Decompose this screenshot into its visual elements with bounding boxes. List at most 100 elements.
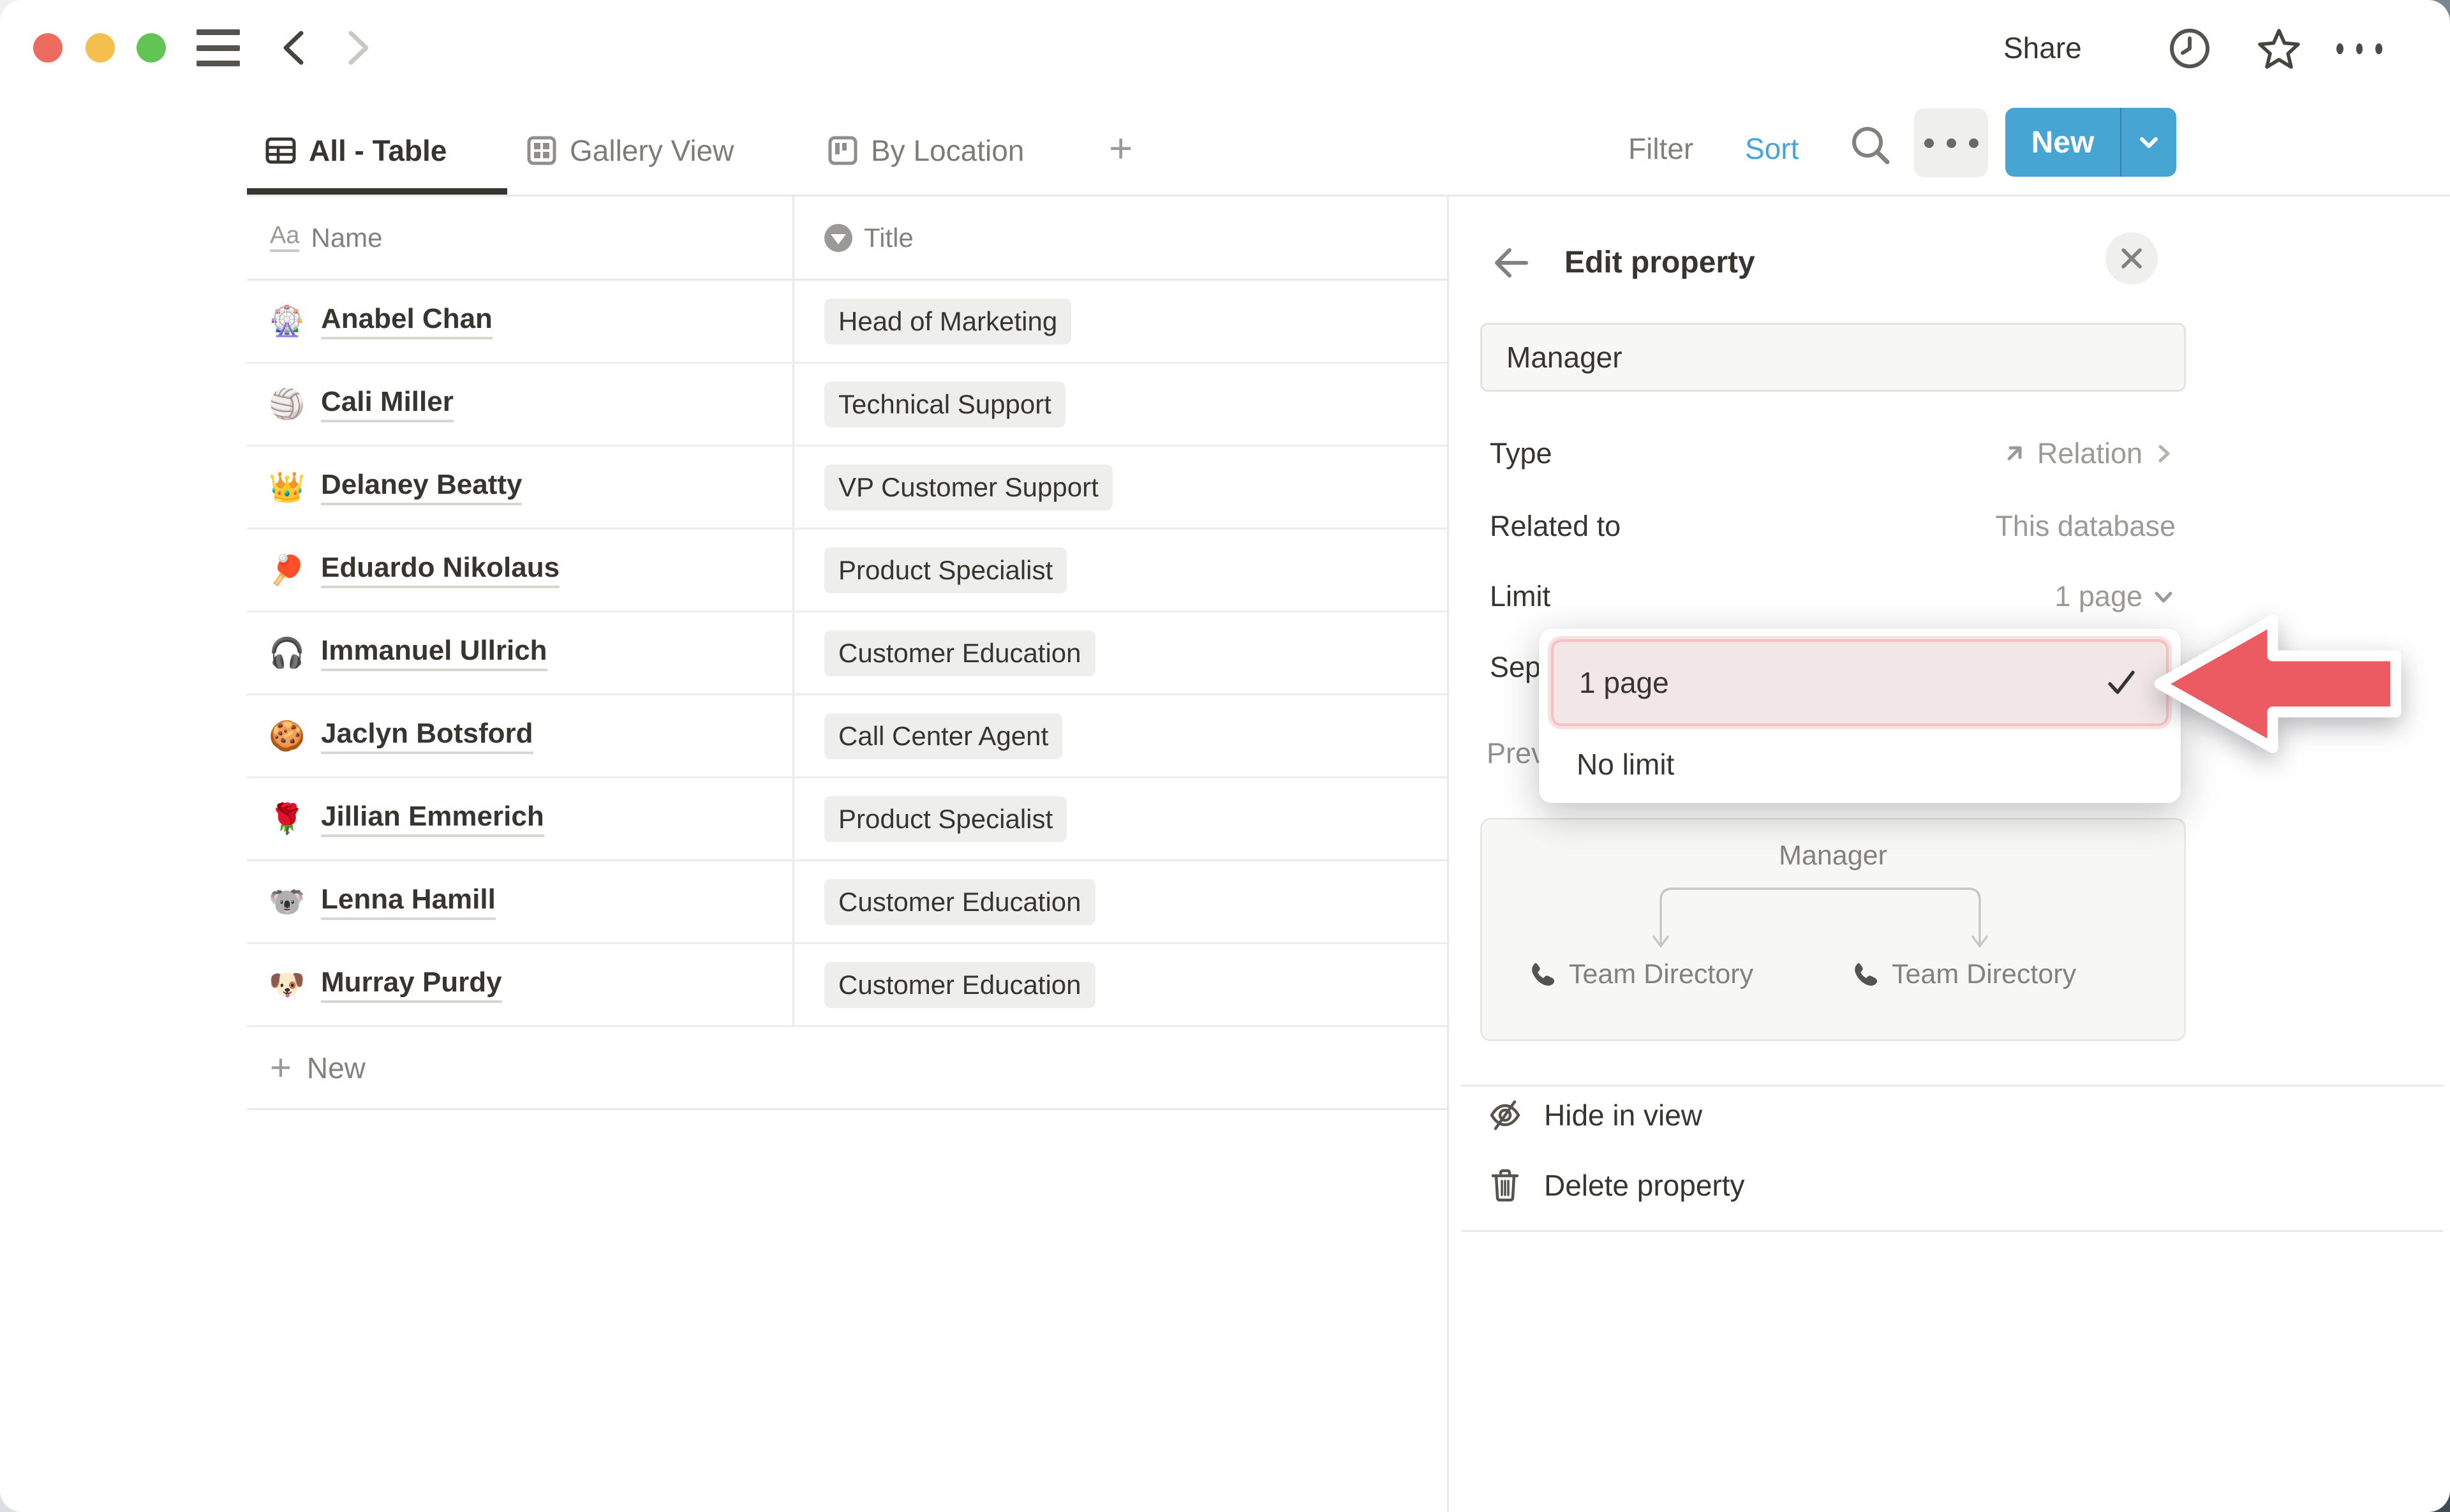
table-row[interactable]: 🌹 Jillian Emmerich Product Specialist [247, 778, 1447, 861]
property-row-related-to[interactable]: Related to This database [1490, 504, 2176, 549]
preview-item-right: Team Directory [1851, 959, 2076, 990]
board-view-icon [826, 134, 859, 167]
select-property-icon [824, 224, 852, 252]
row-name-link[interactable]: Anabel Chan [321, 303, 493, 339]
table-row[interactable]: 🎧 Immanuel Ullrich Customer Education [247, 612, 1447, 695]
title-cell[interactable]: Customer Education [794, 861, 1447, 942]
title-cell[interactable]: Product Specialist [794, 530, 1447, 611]
row-name-link[interactable]: Cali Miller [321, 386, 454, 422]
chevron-right-icon [2151, 441, 2176, 466]
new-dropdown-button[interactable] [2121, 108, 2176, 177]
search-icon[interactable] [1848, 122, 1894, 168]
add-view-button[interactable]: + [1109, 128, 1132, 168]
title-cell[interactable]: Customer Education [794, 944, 1447, 1025]
table-view-icon [264, 134, 297, 167]
tab-all-table[interactable]: All - Table [264, 125, 447, 176]
eye-off-icon [1487, 1097, 1524, 1134]
title-cell[interactable]: Technical Support [794, 364, 1447, 445]
sidebar-menu-icon[interactable] [197, 29, 240, 66]
title-cell[interactable]: Call Center Agent [794, 695, 1447, 776]
name-cell[interactable]: 👑 Delaney Beatty [247, 447, 794, 528]
row-emoji-icon: 👑 [269, 470, 306, 505]
active-tab-underline [247, 188, 507, 195]
name-cell[interactable]: 🐶 Murray Purdy [247, 944, 794, 1025]
traffic-minimize-button[interactable] [85, 33, 115, 63]
favorite-star-icon[interactable] [2256, 26, 2302, 71]
filter-button[interactable]: Filter [1628, 131, 1693, 166]
notion-window: Share All - Table Gallery View By Locati… [0, 0, 2450, 1512]
table-row[interactable]: 🏓 Eduardo Nikolaus Product Specialist [247, 530, 1447, 612]
view-options-button[interactable] [1914, 108, 1988, 177]
table-row[interactable]: 🍪 Jaclyn Botsford Call Center Agent [247, 695, 1447, 778]
name-cell[interactable]: 🏓 Eduardo Nikolaus [247, 530, 794, 611]
new-button[interactable]: New [2005, 108, 2120, 177]
text-property-icon: Aa [270, 223, 299, 252]
title-tag: Product Specialist [824, 796, 1067, 842]
name-cell[interactable]: 🎡 Anabel Chan [247, 281, 794, 362]
row-name-link[interactable]: Immanuel Ullrich [321, 635, 547, 671]
row-emoji-icon: 🎡 [269, 304, 306, 339]
row-emoji-icon: 🌹 [269, 801, 306, 836]
delete-property-button[interactable]: Delete property [1487, 1156, 2176, 1215]
table-body: 🎡 Anabel Chan Head of Marketing 🏐 Cali M… [247, 281, 1447, 1027]
title-cell[interactable]: Product Specialist [794, 778, 1447, 859]
title-tag: Customer Education [824, 879, 1095, 925]
limit-dropdown-menu: 1 page No limit [1539, 628, 2181, 803]
row-emoji-icon: 🍪 [269, 718, 306, 753]
title-cell[interactable]: VP Customer Support [794, 447, 1447, 528]
name-cell[interactable]: 🎧 Immanuel Ullrich [247, 612, 794, 693]
property-row-type[interactable]: Type Relation [1490, 431, 2176, 476]
close-icon [2118, 245, 2145, 272]
table-row[interactable]: 🐨 Lenna Hamill Customer Education [247, 861, 1447, 944]
share-button[interactable]: Share [2003, 31, 2082, 65]
traffic-close-button[interactable] [33, 33, 63, 63]
row-name-link[interactable]: Jaclyn Botsford [321, 718, 533, 754]
row-name-link[interactable]: Lenna Hamill [321, 884, 496, 920]
phone-icon [1528, 960, 1557, 989]
title-cell[interactable]: Customer Education [794, 612, 1447, 693]
property-row-limit[interactable]: Limit 1 page [1490, 574, 2176, 619]
forward-icon[interactable] [334, 26, 379, 70]
panel-back-icon[interactable] [1490, 242, 1531, 283]
separate-row-label-clipped: Sep [1490, 651, 1541, 684]
row-name-link[interactable]: Eduardo Nikolaus [321, 552, 560, 588]
row-name-link[interactable]: Delaney Beatty [321, 469, 522, 505]
name-cell[interactable]: 🐨 Lenna Hamill [247, 861, 794, 942]
hide-in-view-button[interactable]: Hide in view [1487, 1086, 2176, 1145]
preview-root-label: Manager [1482, 840, 2184, 871]
name-cell[interactable]: 🏐 Cali Miller [247, 364, 794, 445]
title-tag: Product Specialist [824, 547, 1067, 593]
table-row[interactable]: 🏐 Cali Miller Technical Support [247, 364, 1447, 447]
title-cell[interactable]: Head of Marketing [794, 281, 1447, 362]
preview-connector [1648, 881, 1993, 951]
tab-gallery-view[interactable]: Gallery View [525, 125, 734, 176]
column-header-name[interactable]: Aa Name [247, 196, 794, 279]
table-row[interactable]: 🎡 Anabel Chan Head of Marketing [247, 281, 1447, 364]
preview-item-left: Team Directory [1528, 959, 1753, 990]
title-tag: Call Center Agent [824, 713, 1062, 759]
row-name-link[interactable]: Jillian Emmerich [321, 801, 544, 837]
checkmark-icon [2105, 666, 2138, 699]
panel-close-button[interactable] [2105, 232, 2158, 285]
dropdown-option-no-limit[interactable]: No limit [1551, 736, 2169, 793]
new-row-button[interactable]: + New [247, 1027, 1447, 1110]
table-row[interactable]: 🐶 Murray Purdy Customer Education [247, 944, 1447, 1027]
table-row[interactable]: 👑 Delaney Beatty VP Customer Support [247, 447, 1447, 530]
name-cell[interactable]: 🌹 Jillian Emmerich [247, 778, 794, 859]
updates-clock-icon[interactable] [2167, 26, 2213, 71]
ellipsis-icon [1924, 138, 1979, 148]
title-tag: Customer Education [824, 962, 1095, 1008]
chevron-down-icon [2134, 128, 2164, 157]
row-emoji-icon: 🏓 [269, 552, 306, 588]
more-options-icon[interactable] [2336, 26, 2382, 71]
title-tag: VP Customer Support [824, 464, 1113, 510]
property-name-input[interactable]: Manager [1480, 323, 2186, 392]
tab-by-location[interactable]: By Location [826, 125, 1024, 176]
dropdown-option-1-page[interactable]: 1 page [1551, 639, 2169, 726]
name-cell[interactable]: 🍪 Jaclyn Botsford [247, 695, 794, 776]
traffic-zoom-button[interactable] [137, 33, 166, 63]
sort-button[interactable]: Sort [1745, 131, 1799, 166]
row-name-link[interactable]: Murray Purdy [321, 967, 502, 1003]
column-header-title[interactable]: Title [794, 196, 1447, 279]
back-icon[interactable] [273, 26, 318, 70]
